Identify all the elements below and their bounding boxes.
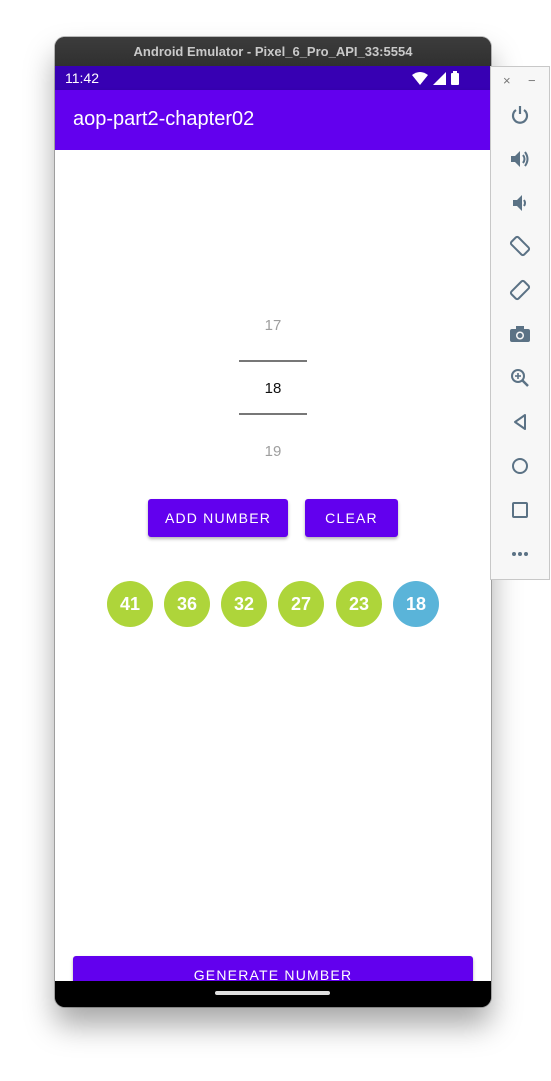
status-time: 11:42 (65, 70, 99, 86)
gesture-handle[interactable] (215, 991, 330, 995)
home-button[interactable] (504, 450, 536, 482)
signal-icon (433, 71, 446, 85)
number-ball: 23 (336, 581, 382, 627)
number-ball: 41 (107, 581, 153, 627)
picker-divider-top (239, 360, 307, 362)
app-bar: aop-part2-chapter02 (55, 90, 491, 150)
camera-button[interactable] (504, 318, 536, 350)
number-ball: 36 (164, 581, 210, 627)
clear-button[interactable]: CLEAR (305, 499, 398, 537)
camera-icon (510, 326, 530, 342)
power-button[interactable] (504, 99, 536, 131)
volume-down-icon (513, 195, 526, 211)
rotate-right-button[interactable] (504, 274, 536, 306)
emulator-title: Android Emulator - Pixel_6_Pro_API_33:55… (55, 37, 491, 66)
add-number-button[interactable]: ADD NUMBER (148, 499, 288, 537)
app-title: aop-part2-chapter02 (73, 108, 255, 130)
volume-down-button[interactable] (504, 187, 536, 219)
power-icon (511, 106, 529, 124)
zoom-button[interactable] (504, 362, 536, 394)
overview-icon (512, 502, 528, 518)
rotate-right-icon (509, 279, 531, 301)
main-content: 17 18 19 ADD NUMBER CLEAR 41 36 32 27 23… (55, 150, 491, 994)
emulator-side-panel: × − (490, 66, 550, 580)
picker-prev-value[interactable]: 17 (55, 317, 491, 334)
wifi-icon (412, 71, 428, 85)
home-icon (512, 458, 528, 474)
picker-next-value[interactable]: 19 (55, 443, 491, 460)
picker-selected-value[interactable]: 18 (55, 380, 491, 397)
volume-up-icon (511, 151, 529, 167)
picker-divider-bottom (239, 413, 307, 415)
status-bar: 11:42 (55, 66, 491, 90)
emulator-window: Android Emulator - Pixel_6_Pro_API_33:55… (55, 37, 491, 1007)
rotate-left-button[interactable] (504, 230, 536, 262)
more-button[interactable] (504, 538, 536, 570)
zoom-icon (511, 369, 529, 387)
back-button[interactable] (504, 406, 536, 438)
overview-button[interactable] (504, 494, 536, 526)
volume-up-button[interactable] (504, 143, 536, 175)
number-ball: 18 (393, 581, 439, 627)
number-ball: 27 (278, 581, 324, 627)
minimize-button[interactable]: − (528, 73, 536, 88)
battery-icon (451, 71, 459, 85)
back-icon (514, 414, 526, 430)
navigation-bar (55, 981, 491, 1007)
number-ball: 32 (221, 581, 267, 627)
rotate-left-icon (509, 235, 531, 257)
close-button[interactable]: × (503, 73, 511, 88)
more-icon (512, 552, 528, 556)
